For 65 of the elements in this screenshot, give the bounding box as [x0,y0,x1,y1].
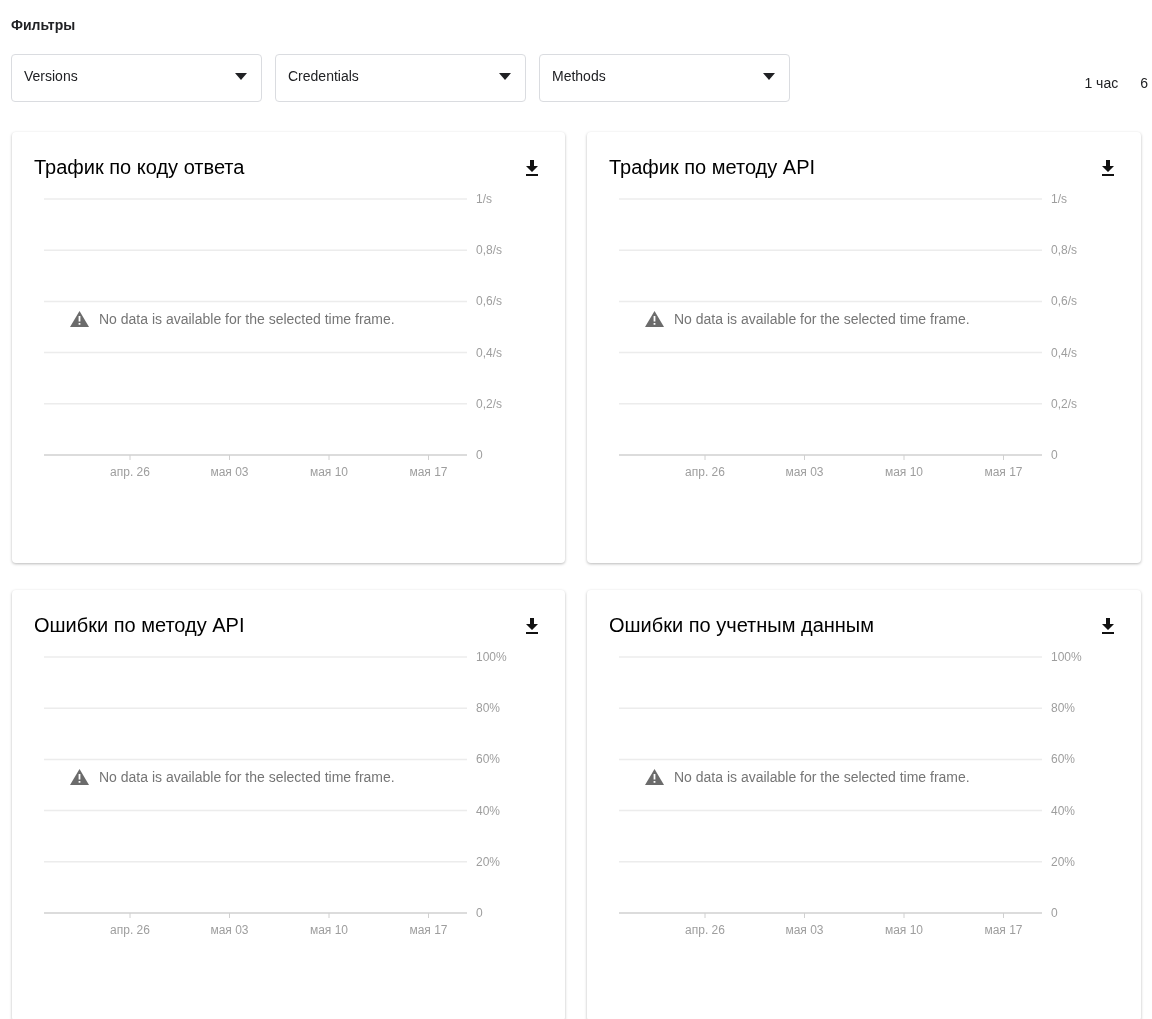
card-title: Ошибки по методу API [34,614,245,637]
axis-label: мая 17 [984,923,1023,937]
warning-icon [645,311,664,327]
axis-label: апр. 26 [685,923,725,937]
axis-label: мая 17 [409,465,448,479]
axis-label: 0,4/s [476,345,502,360]
warning-icon [70,311,89,327]
axis-label: 60% [1051,752,1076,767]
time-range-option[interactable]: 1 час [1084,75,1119,91]
filter-dropdown[interactable]: Versions [11,54,262,102]
axis-label: мая 17 [984,465,1023,479]
axis-label: мая 17 [409,923,448,937]
warning-icon [70,769,89,785]
download-icon[interactable] [525,159,539,176]
axis-label: 80% [1051,701,1076,716]
filter-dropdown[interactable]: Methods [539,54,790,102]
no-data-message: No data is available for the selected time frame. [674,769,970,785]
axis-label: 0,8/s [1051,243,1077,258]
axis-label: 0,2/s [476,396,502,411]
axis-label: мая 03 [785,923,824,937]
axis-label: 0 [476,906,483,920]
warning-icon [645,769,664,785]
axis-label: 60% [476,752,501,767]
axis-label: 0,6/s [1051,294,1077,309]
axis-label: 0,2/s [1051,396,1077,411]
caret-icon [763,72,775,80]
axis-label: 1/s [1051,192,1067,206]
caret-icon [235,72,247,80]
no-data-message: No data is available for the selected time frame. [99,769,395,785]
axis-label: 20% [1051,854,1076,869]
axis-label: 0,6/s [476,294,502,309]
axis-label: 100% [1051,650,1082,664]
axis-label: мая 10 [884,923,924,937]
axis-label: 80% [476,701,501,716]
filters-title: Фильтры [11,17,76,33]
axis-label: апр. 26 [110,923,150,937]
axis-label: мая 03 [210,923,249,937]
axis-label: апр. 26 [685,465,725,479]
axis-label: 0,8/s [476,243,502,258]
axis-label: 40% [1051,803,1076,818]
axis-label: 0 [1051,448,1058,462]
time-range-option[interactable]: 6 [1140,75,1148,91]
axis-label: 0 [476,448,483,462]
axis-label: апр. 26 [110,465,150,479]
download-icon[interactable] [1101,617,1115,634]
no-data-message: No data is available for the selected time frame. [99,311,395,327]
axis-label: мая 10 [309,923,349,937]
download-icon[interactable] [525,617,539,634]
axis-label: 20% [476,854,501,869]
axis-label: 0 [1051,906,1058,920]
axis-label: 1/s [476,192,492,206]
card-title: Трафик по методу API [609,156,816,179]
axis-label: мая 03 [210,465,249,479]
card-title: Ошибки по учетным данным [609,614,874,637]
download-icon[interactable] [1101,159,1115,176]
no-data-message: No data is available for the selected time frame. [674,311,970,327]
axis-label: 40% [476,803,501,818]
caret-icon [499,72,511,80]
axis-label: мая 03 [785,465,824,479]
axis-label: мая 10 [309,465,349,479]
axis-label: 100% [476,650,507,664]
filter-dropdown[interactable]: Credentials [275,54,526,102]
card-title: Трафик по коду ответа [34,156,245,179]
axis-label: мая 10 [884,465,924,479]
axis-label: 0,4/s [1051,345,1077,360]
